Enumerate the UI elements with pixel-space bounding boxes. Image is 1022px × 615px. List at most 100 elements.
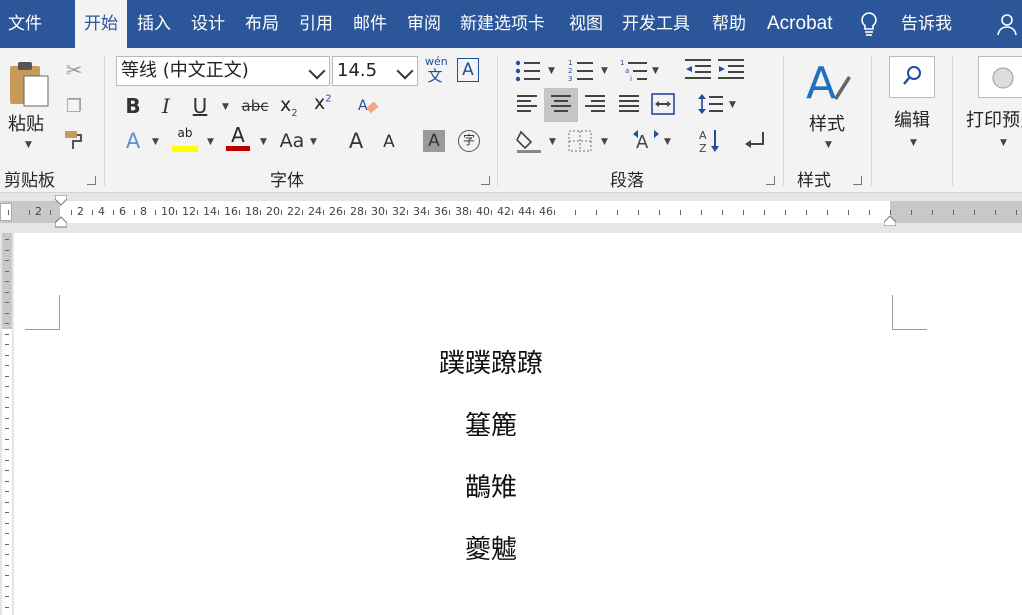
font-color-icon[interactable]: A	[226, 124, 250, 151]
justify-icon[interactable]	[619, 92, 639, 115]
ruler-tick	[1015, 210, 1017, 215]
document-line[interactable]: 鶓雉	[14, 467, 968, 504]
print-preview-dropdown-icon[interactable]: ▼	[1000, 138, 1007, 148]
italic-icon[interactable]: I	[155, 94, 177, 118]
document-line[interactable]: 夔魖	[14, 529, 968, 566]
cut-scissors-icon[interactable]: ✂	[62, 58, 86, 82]
tab-selector[interactable]	[0, 203, 12, 221]
bullets-dropdown-icon[interactable]: ▼	[548, 66, 555, 76]
format-painter-icon[interactable]	[62, 128, 86, 152]
tab-references[interactable]: 引用	[299, 0, 333, 48]
show-hide-marks-icon[interactable]	[743, 130, 767, 156]
grow-font-icon[interactable]: A	[344, 128, 368, 154]
styles-dialog-launcher[interactable]	[853, 176, 862, 185]
character-shading-icon[interactable]: A	[423, 130, 445, 152]
clear-formatting-icon[interactable]: A	[355, 94, 381, 118]
tab-insert[interactable]: 插入	[137, 0, 171, 48]
subscript-x: x	[280, 94, 292, 116]
change-case-icon[interactable]: Aa	[278, 128, 306, 154]
chevron-down-icon[interactable]	[396, 62, 414, 80]
shrink-font-icon[interactable]: A	[378, 130, 400, 154]
copy-icon[interactable]: ❐	[62, 94, 86, 118]
ruler-tick	[742, 210, 744, 215]
font-dialog-launcher[interactable]	[481, 176, 490, 185]
highlight-dropdown-icon[interactable]: ▼	[207, 137, 214, 147]
ruler-tick	[679, 210, 681, 215]
line-spacing-icon[interactable]	[697, 92, 723, 120]
shading-dropdown-icon[interactable]: ▼	[549, 137, 556, 147]
tab-new-tab[interactable]: 新建选项卡	[460, 0, 545, 48]
styles-label[interactable]: 样式	[809, 110, 845, 136]
distributed-icon[interactable]	[651, 92, 675, 120]
tab-review[interactable]: 审阅	[407, 0, 441, 48]
chevron-down-icon[interactable]	[308, 62, 326, 80]
right-indent-marker[interactable]	[883, 215, 897, 230]
document-line[interactable]: 蹼蹼蹽蹽	[14, 343, 968, 380]
bold-icon[interactable]: B	[122, 94, 144, 118]
editing-button[interactable]	[889, 56, 935, 98]
tab-file[interactable]: 文件	[8, 0, 42, 48]
document-page[interactable]: 蹼蹼蹽蹽 簊簏 鶓雉 夔魖	[14, 233, 1022, 615]
increase-indent-icon[interactable]	[718, 58, 744, 86]
paste-dropdown-icon[interactable]: ▼	[25, 140, 32, 150]
text-effects-icon[interactable]: A	[122, 128, 144, 154]
ruler-tick	[658, 210, 660, 215]
sort-icon[interactable]: AZ	[698, 128, 722, 158]
chinese-layout-icon[interactable]: A	[632, 128, 660, 158]
change-case-dropdown-icon[interactable]: ▼	[310, 137, 317, 147]
borders-icon[interactable]	[568, 130, 592, 156]
paste-label[interactable]: 粘贴	[8, 110, 44, 136]
align-right-icon[interactable]	[585, 92, 605, 115]
phonetic-guide-icon[interactable]: wén 文	[425, 56, 448, 85]
align-left-icon[interactable]	[517, 92, 537, 115]
tell-me-search[interactable]: 告诉我	[901, 0, 952, 48]
line-spacing-dropdown-icon[interactable]: ▼	[729, 100, 736, 110]
share-user-icon[interactable]	[997, 0, 1021, 48]
horizontal-ruler[interactable]: 2 2 4 6 8 10 12 14 16 18 20 22 24 26 28 30 32 34 36 38 40 42 4…	[0, 193, 1022, 233]
character-border-icon[interactable]: A	[457, 58, 479, 82]
decrease-indent-icon[interactable]	[685, 58, 711, 86]
highlight-color-icon[interactable]: ab	[172, 126, 198, 152]
document-line[interactable]: 簊簏	[14, 405, 968, 442]
tab-home[interactable]: 开始	[75, 0, 127, 50]
numbering-dropdown-icon[interactable]: ▼	[601, 66, 608, 76]
paragraph-dialog-launcher[interactable]	[766, 176, 775, 185]
multilevel-dropdown-icon[interactable]: ▼	[652, 66, 659, 76]
tab-layout[interactable]: 布局	[245, 0, 279, 48]
tab-mailings[interactable]: 邮件	[353, 0, 387, 48]
styles-gallery-icon[interactable]: A	[804, 56, 852, 110]
tab-help[interactable]: 帮助	[712, 0, 746, 48]
tab-acrobat[interactable]: Acrobat	[767, 0, 832, 48]
align-center-icon[interactable]	[551, 92, 571, 115]
underline-dropdown-icon[interactable]: ▼	[222, 102, 229, 112]
styles-dropdown-icon[interactable]: ▼	[825, 140, 832, 150]
tab-design[interactable]: 设计	[191, 0, 225, 48]
vertical-ruler[interactable]	[0, 233, 14, 615]
numbering-icon[interactable]: 123	[568, 58, 594, 86]
paste-clipboard-icon[interactable]	[6, 60, 54, 108]
enclose-characters-icon[interactable]: 字	[458, 130, 480, 152]
superscript-icon[interactable]: x2	[314, 92, 332, 114]
text-effects-dropdown-icon[interactable]: ▼	[152, 137, 159, 147]
font-color-dropdown-icon[interactable]: ▼	[260, 137, 267, 147]
borders-dropdown-icon[interactable]: ▼	[601, 137, 608, 147]
ruler-number: 38	[455, 205, 469, 218]
clipboard-dialog-launcher[interactable]	[87, 176, 96, 185]
print-preview-label[interactable]: 打印预览	[966, 106, 1022, 132]
tab-developer[interactable]: 开发工具	[622, 0, 690, 48]
print-preview-button[interactable]	[978, 56, 1022, 98]
bullets-icon[interactable]	[515, 60, 541, 86]
strikethrough-icon[interactable]: abc	[240, 94, 270, 118]
first-line-indent-marker[interactable]	[54, 194, 68, 235]
underline-icon[interactable]: U	[189, 94, 211, 118]
font-size-combo[interactable]: 14.5	[332, 56, 418, 86]
font-name-combo[interactable]: 等线 (中文正文)	[116, 56, 330, 86]
ruler-tick	[448, 210, 450, 215]
shading-icon[interactable]	[515, 128, 543, 158]
editing-dropdown-icon[interactable]: ▼	[910, 138, 917, 148]
chinese-layout-dropdown-icon[interactable]: ▼	[664, 137, 671, 147]
multilevel-list-icon[interactable]: 1ai	[620, 58, 648, 86]
subscript-icon[interactable]: x2	[280, 94, 298, 119]
editing-label[interactable]: 编辑	[894, 106, 930, 132]
tab-view[interactable]: 视图	[569, 0, 603, 48]
